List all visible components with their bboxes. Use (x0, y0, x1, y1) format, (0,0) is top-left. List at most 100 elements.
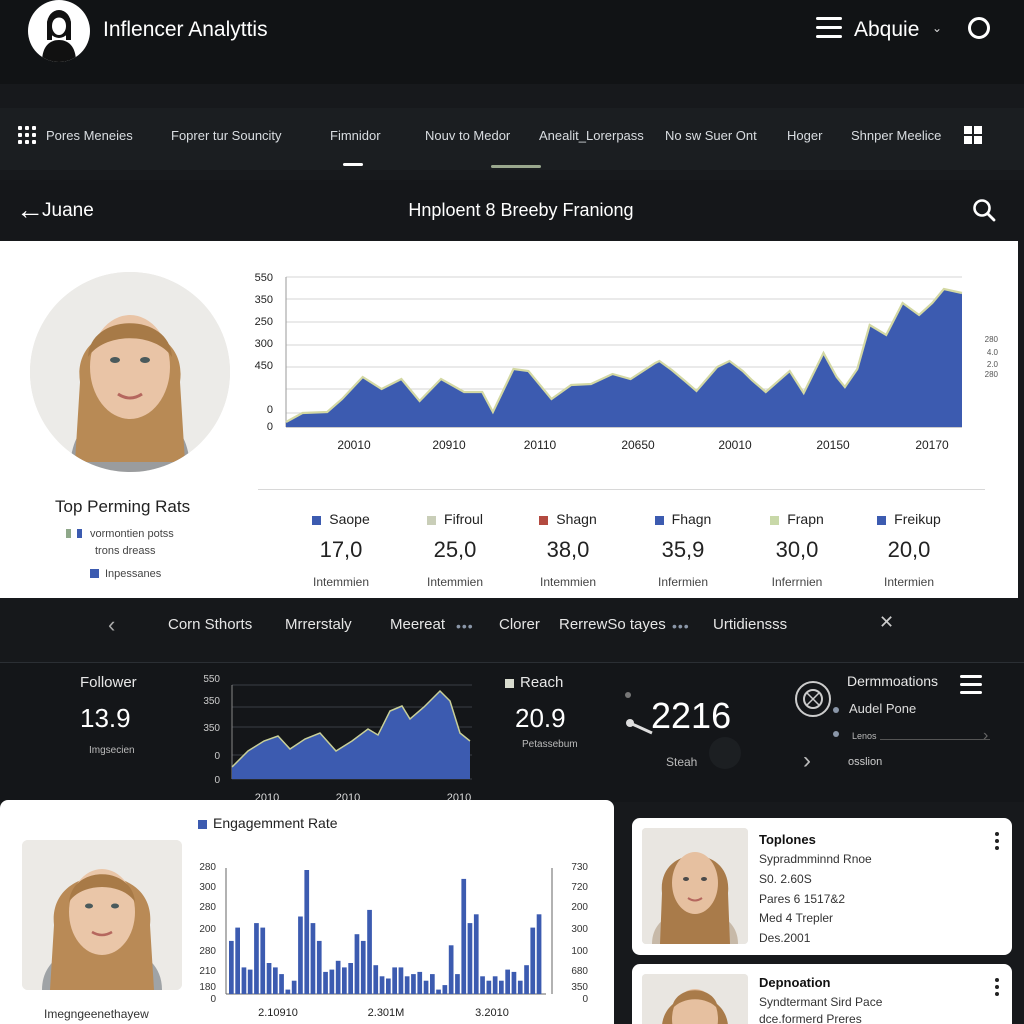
legend-item-1: vormontien potss (66, 528, 174, 540)
user-menu[interactable]: Abquie (854, 18, 919, 42)
layout-grid-icon[interactable] (964, 126, 982, 144)
bar (235, 927, 240, 994)
bar (273, 967, 278, 994)
bar (367, 909, 372, 994)
demo-item-2: Lenos (852, 731, 877, 741)
card-line: S0. 2.60S (759, 872, 812, 886)
chevron-right-icon[interactable]: › (803, 747, 811, 775)
bar (279, 974, 284, 994)
follower-value: 13.9 (80, 703, 131, 733)
profile-card-1[interactable]: Toplones Sypradmminnd Rnoe S0. 2.60S Par… (632, 818, 1012, 955)
gauge-value: 2216 (651, 695, 732, 736)
stat-sub: Intermien (883, 575, 935, 589)
reach-sub: Petassebum (522, 739, 578, 750)
bar (473, 914, 479, 994)
target-icon[interactable] (794, 680, 834, 720)
nav-item-3[interactable]: Fimnidor (330, 128, 381, 143)
bar (455, 974, 460, 994)
y-tick-label-right: 280 (985, 335, 999, 344)
profile-circle-icon[interactable] (968, 17, 990, 39)
stat-label: Saope (286, 511, 396, 527)
nav-item-6[interactable]: No sw Suer Ont (665, 128, 757, 143)
nav-item-7[interactable]: Hoger (787, 128, 822, 143)
search-icon[interactable] (972, 198, 996, 222)
engagement-caption: Imegngeenethayew (44, 1007, 149, 1021)
stat-label-text: Freikup (894, 511, 941, 527)
bar (448, 945, 454, 994)
bar (323, 971, 328, 994)
profile-card-2[interactable]: Depnoation Syndtermant Sird Pace dce.for… (632, 964, 1012, 1024)
apps-grid-icon[interactable] (18, 126, 36, 144)
chevron-right-small-icon[interactable]: › (983, 727, 988, 745)
demo-item-1: Audel Pone (849, 701, 917, 716)
y-tick-label-right: 720 (571, 882, 588, 893)
legend-item-3: Inpessanes (90, 568, 161, 580)
nav-item-5[interactable]: Anealit_Lorerpass (539, 128, 644, 143)
more-vertical-icon[interactable] (995, 832, 999, 853)
bar (342, 967, 347, 994)
bar (285, 989, 291, 994)
close-icon[interactable]: ✕ (879, 612, 894, 633)
tab-5[interactable]: RerrewSo tayes (559, 616, 666, 633)
y-tick-label-right: 350 (571, 982, 588, 993)
nav-item-4[interactable]: Nouv to Medor (425, 128, 510, 143)
y-tick-label-right: 2.0 (987, 360, 999, 369)
card-title: Toplones (759, 832, 816, 847)
bar (241, 967, 247, 994)
tab-3-more-icon[interactable]: ••• (456, 618, 474, 634)
card-avatar (642, 974, 748, 1024)
stat-2[interactable]: Shagn 38,0 Intemmien (513, 511, 623, 589)
demo-slider-track[interactable] (880, 739, 990, 740)
nav-item-1[interactable]: Pores Meneies (46, 128, 133, 143)
stat-sub: Inferrnien (771, 575, 823, 589)
tab-4[interactable]: Clorer (499, 616, 540, 633)
tab-5-more-icon[interactable]: ••• (672, 618, 690, 634)
stat-label: Frapn (742, 511, 852, 527)
bar (254, 923, 259, 994)
bar (499, 980, 504, 994)
bar (335, 960, 341, 994)
y-tick-label-right: 680 (571, 966, 588, 977)
y-tick-label: 550 (203, 674, 220, 685)
engagement-bar-chart[interactable]: 2803002802002802101800730720200300100680… (196, 862, 596, 1022)
area-chart[interactable]: 550350250300450002804.02.028020010 20910 2… (246, 267, 1006, 497)
bar (511, 971, 517, 994)
stat-5[interactable]: Freikup 20,0 Intermien (854, 511, 964, 589)
nav-item-2[interactable]: Foprer tur Souncity (171, 128, 282, 143)
list-icon[interactable] (960, 675, 982, 697)
bar (505, 969, 510, 994)
tab-6[interactable]: Urtidiensss (713, 616, 787, 633)
stat-label-text: Frapn (787, 511, 824, 527)
y-tick-label: 280 (199, 902, 216, 913)
bar (442, 985, 448, 994)
stat-0[interactable]: Saope 17,0 Intemmien (286, 511, 396, 589)
bar (229, 940, 234, 994)
tab-2[interactable]: Mrrerstaly (285, 616, 352, 633)
menu-icon[interactable] (816, 17, 842, 39)
y-tick-label-right: 300 (571, 924, 588, 935)
tab-3[interactable]: Meereat (390, 616, 445, 633)
profile-avatar[interactable] (30, 272, 230, 472)
stat-value: 38,0 (546, 537, 590, 562)
bar (373, 965, 379, 994)
y-tick-label: 300 (255, 338, 273, 350)
chevron-left-icon[interactable]: ‹ (108, 612, 115, 638)
bar (436, 989, 441, 994)
nav-item-8[interactable]: Shnper Meelice (851, 128, 941, 143)
stat-swatch (312, 516, 322, 525)
bar (360, 940, 366, 994)
page-title: Hnploent 8 Breeby Franiong (408, 200, 634, 220)
engagement-avatar[interactable] (22, 840, 182, 990)
y-tick-label: 350 (203, 696, 220, 707)
bar (417, 971, 423, 994)
stat-1[interactable]: Fifroul 25,0 Intemmien (400, 511, 510, 589)
stat-3[interactable]: Fhagn 35,9 Infermien (628, 511, 738, 589)
more-vertical-icon[interactable] (995, 978, 999, 999)
chevron-down-icon[interactable]: ⌄ (932, 21, 942, 35)
stat-value: 17,0 (319, 537, 363, 562)
stat-4[interactable]: Frapn 30,0 Inferrnien (742, 511, 852, 589)
avatar-logo-icon[interactable] (28, 0, 90, 62)
bar (492, 976, 498, 994)
mini-area-chart[interactable]: 550350350002010 2010 2010 (200, 671, 480, 806)
tab-1[interactable]: Corn Sthorts (168, 616, 252, 633)
